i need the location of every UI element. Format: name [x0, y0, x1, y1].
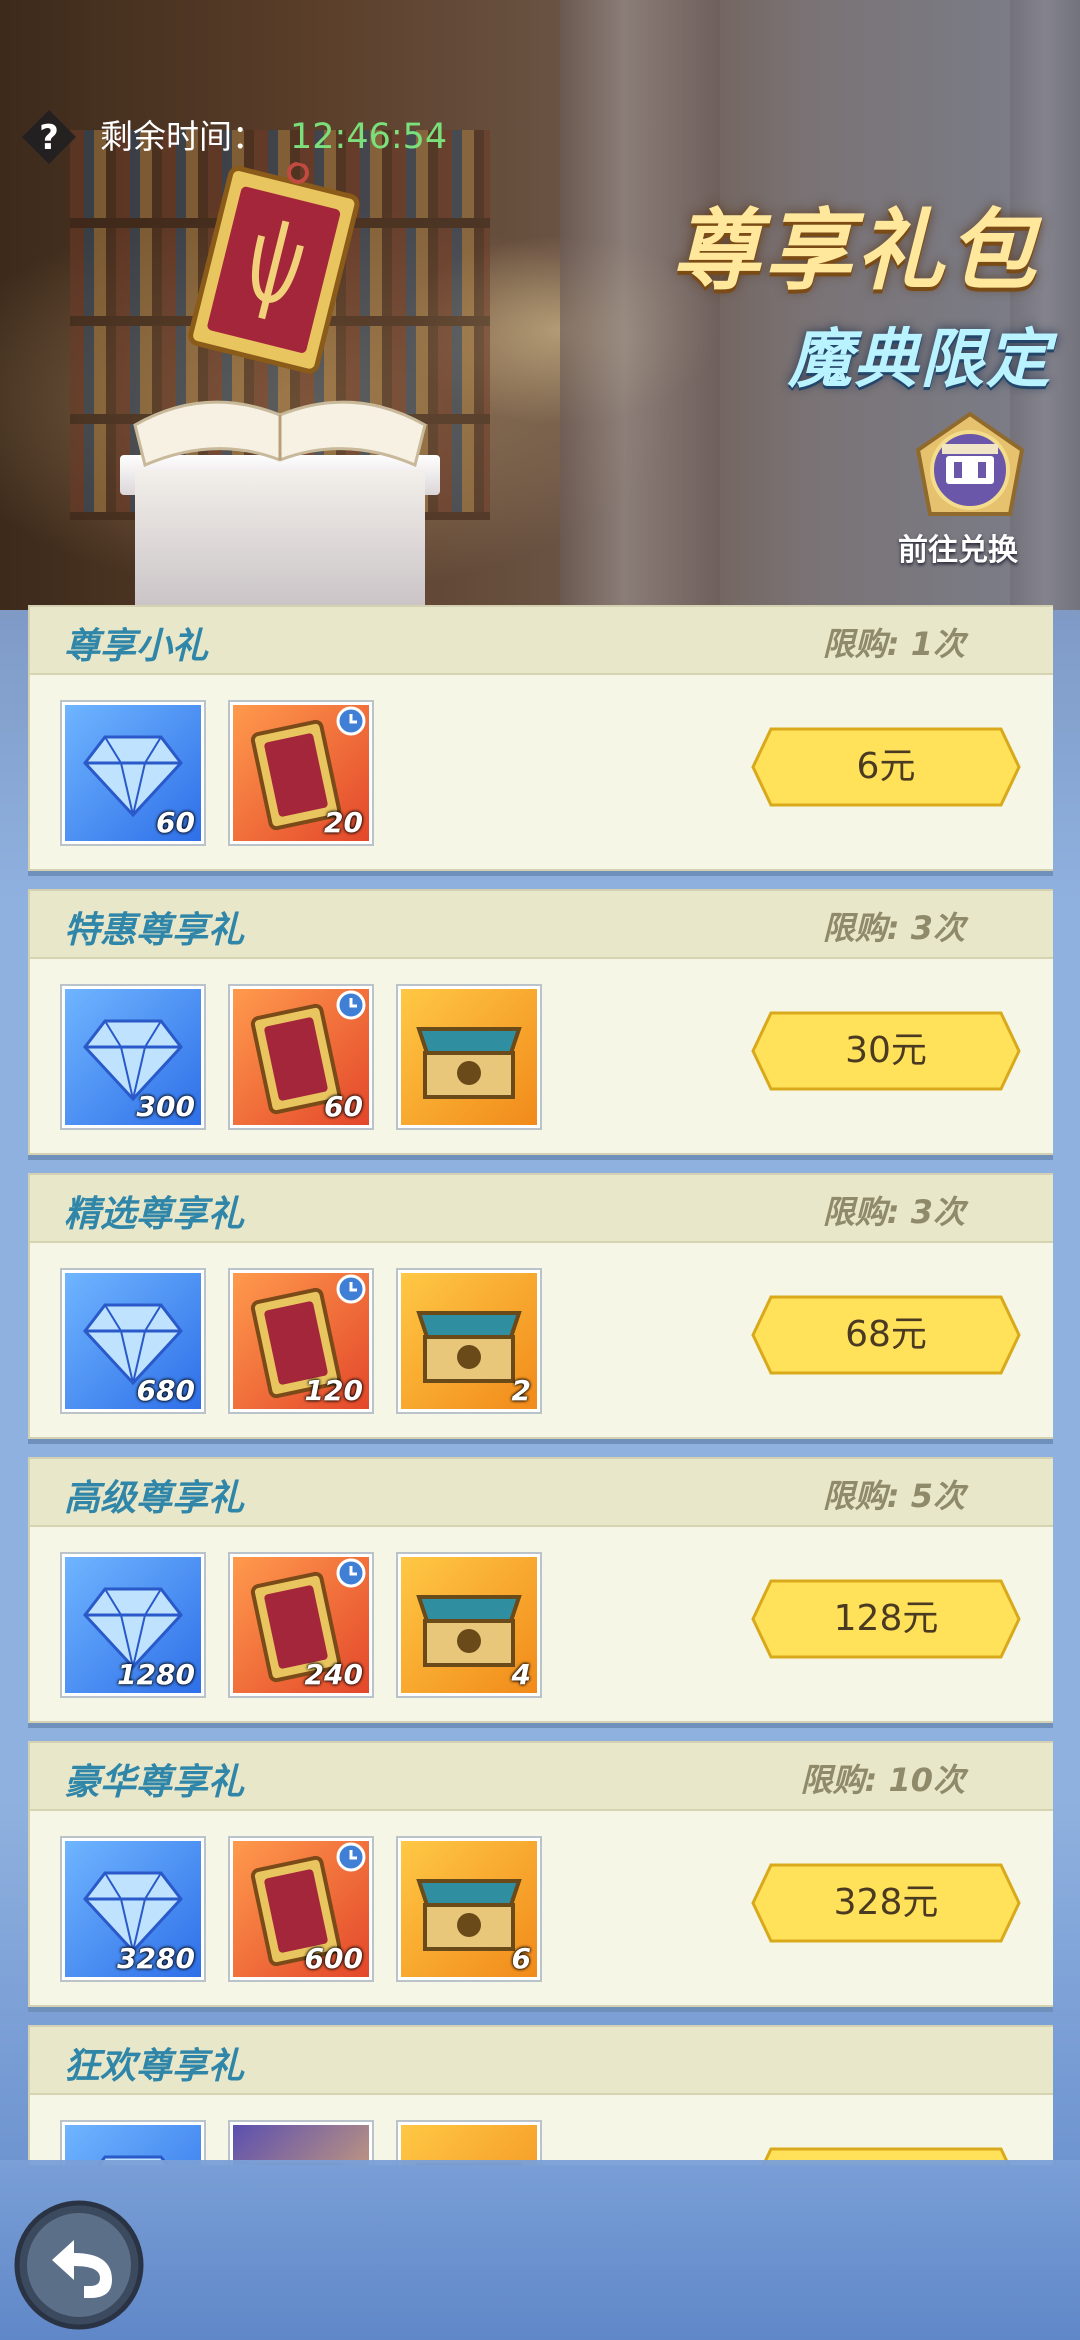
item-quantity: 20 — [324, 806, 363, 839]
item-quantity: 680 — [136, 1374, 195, 1407]
item-quantity: 120 — [304, 1374, 363, 1407]
pack-header: 尊享小礼 限购: 1次 — [30, 607, 1053, 675]
price-label: 6元 — [856, 746, 916, 787]
svg-text:?: ? — [39, 118, 59, 158]
pack-header: 狂欢尊享礼 — [30, 2027, 1053, 2095]
header-banner: ? 剩余时间： 12:46:54 尊享礼包 魔典限定 前往兑换 — [0, 0, 1080, 610]
diamond-item[interactable]: 1280 — [62, 1554, 204, 1696]
item-quantity: 600 — [304, 1942, 363, 1975]
diamond-icon — [96, 2155, 170, 2165]
pack-card-small: 尊享小礼 限购: 1次 60 20 6元 — [28, 605, 1053, 871]
timer-label: 剩余时间： — [100, 117, 265, 156]
price-label: 68元 — [845, 1314, 927, 1355]
pack-list: 尊享小礼 限购: 1次 60 20 6元 特惠尊享礼 限购: 3次 300 60… — [28, 605, 1053, 2165]
diamond-item[interactable]: 300 — [62, 986, 204, 1128]
item-quantity: 2 — [511, 1374, 531, 1407]
item-quantity: 3280 — [117, 1942, 195, 1975]
purchase-limit: 限购: 5次 — [822, 1477, 965, 1515]
pack-header: 特惠尊享礼 限购: 3次 — [30, 891, 1053, 959]
exchange-shop-icon[interactable] — [910, 410, 1030, 525]
buy-button[interactable]: 30元 — [751, 1009, 1021, 1093]
chest-item[interactable]: 6 — [398, 1838, 540, 1980]
price-label: 30元 — [845, 1030, 927, 1071]
price-label: 328元 — [833, 1882, 939, 1923]
buy-button[interactable]: 68元 — [751, 1293, 1021, 1377]
pack-card-deluxe: 豪华尊享礼 限购: 10次 3280 600 6 328元 — [28, 1741, 1053, 2007]
treasure-chest-icon — [416, 1027, 522, 1099]
purchase-limit: 限购: 1次 — [822, 625, 965, 663]
diamond-item[interactable]: 3280 — [62, 1838, 204, 1980]
page-title: 尊享礼包 — [671, 199, 1040, 302]
card-item[interactable]: 60 — [230, 986, 372, 1128]
card-item[interactable]: 600 — [230, 1838, 372, 1980]
card-item[interactable]: 120 — [230, 1270, 372, 1412]
open-book-illustration — [133, 400, 427, 468]
item-quantity: 1280 — [117, 1658, 195, 1691]
pack-name: 狂欢尊享礼 — [64, 2046, 245, 2087]
pack-name: 精选尊享礼 — [64, 1194, 245, 1235]
item-quantity: 60 — [324, 1090, 363, 1123]
pack-name: 尊享小礼 — [64, 626, 209, 667]
pack-header: 豪华尊享礼 限购: 10次 — [30, 1743, 1053, 1811]
buy-button[interactable]: 328元 — [751, 1861, 1021, 1945]
price-label: 128元 — [833, 1598, 939, 1639]
pack-name: 豪华尊享礼 — [64, 1762, 245, 1803]
purchase-limit: 限购: 3次 — [822, 909, 965, 947]
diamond-item[interactable] — [62, 2122, 204, 2165]
exchange-label[interactable]: 前往兑换 — [898, 525, 1018, 569]
pack-card-carnival: 狂欢尊享礼 — [28, 2025, 1053, 2165]
footer-area — [0, 2160, 1080, 2340]
buy-button[interactable]: 128元 — [751, 1577, 1021, 1661]
pack-card-special: 特惠尊享礼 限购: 3次 300 60 30元 — [28, 889, 1053, 1155]
chest-item[interactable] — [398, 2122, 540, 2165]
timer-value: 12:46:54 — [290, 117, 448, 157]
item-quantity: 4 — [511, 1658, 531, 1691]
pack-header: 高级尊享礼 限购: 5次 — [30, 1459, 1053, 1527]
pack-card-select: 精选尊享礼 限购: 3次 680 120 2 68元 — [28, 1173, 1053, 1439]
diamond-item[interactable]: 680 — [62, 1270, 204, 1412]
pack-name: 高级尊享礼 — [64, 1478, 245, 1519]
help-icon[interactable]: ? — [20, 108, 78, 166]
chest-item[interactable]: 2 — [398, 1270, 540, 1412]
magic-box-icon — [257, 2163, 345, 2165]
chest-item[interactable] — [398, 986, 540, 1128]
card-item[interactable]: 20 — [230, 702, 372, 844]
pack-card-advanced: 高级尊享礼 限购: 5次 1280 240 4 128元 — [28, 1457, 1053, 1723]
purchase-limit: 限购: 10次 — [800, 1761, 965, 1799]
card-item[interactable]: 240 — [230, 1554, 372, 1696]
item-quantity: 60 — [156, 806, 195, 839]
purchase-limit: 限购: 3次 — [822, 1193, 965, 1231]
pedestal — [135, 470, 425, 610]
treasure-chest-icon — [416, 2163, 522, 2165]
pack-name: 特惠尊享礼 — [64, 910, 245, 951]
item-quantity: 240 — [304, 1658, 363, 1691]
buy-button[interactable]: 6元 — [751, 725, 1021, 809]
chest-item[interactable]: 4 — [398, 1554, 540, 1696]
diamond-item[interactable]: 60 — [62, 702, 204, 844]
pack-header: 精选尊享礼 限购: 3次 — [30, 1175, 1053, 1243]
back-arrow-icon[interactable] — [12, 2198, 147, 2333]
item-quantity: 300 — [136, 1090, 195, 1123]
special-item[interactable] — [230, 2122, 372, 2165]
page-subtitle: 魔典限定 — [788, 323, 1052, 397]
item-quantity: 6 — [511, 1942, 531, 1975]
